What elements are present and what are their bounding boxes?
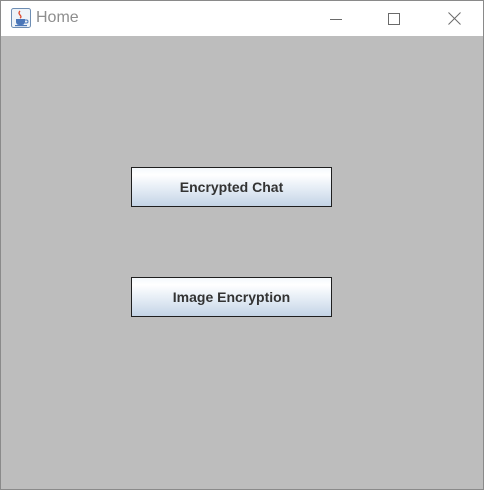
title-bar[interactable]: Home xyxy=(1,1,483,36)
encrypted-chat-button[interactable]: Encrypted Chat xyxy=(131,167,332,207)
window-title: Home xyxy=(36,9,79,26)
close-icon xyxy=(447,12,461,25)
maximize-button[interactable] xyxy=(371,1,417,36)
image-encryption-button[interactable]: Image Encryption xyxy=(131,277,332,317)
java-coffee-icon[interactable] xyxy=(11,8,31,28)
content-panel: Encrypted Chat Image Encryption xyxy=(1,36,483,489)
minimize-button[interactable] xyxy=(313,1,359,36)
close-button[interactable] xyxy=(431,1,477,36)
app-window: Home Encrypted Chat Image Encryption xyxy=(0,0,484,490)
maximize-icon xyxy=(388,12,400,25)
minimize-icon xyxy=(330,18,342,20)
